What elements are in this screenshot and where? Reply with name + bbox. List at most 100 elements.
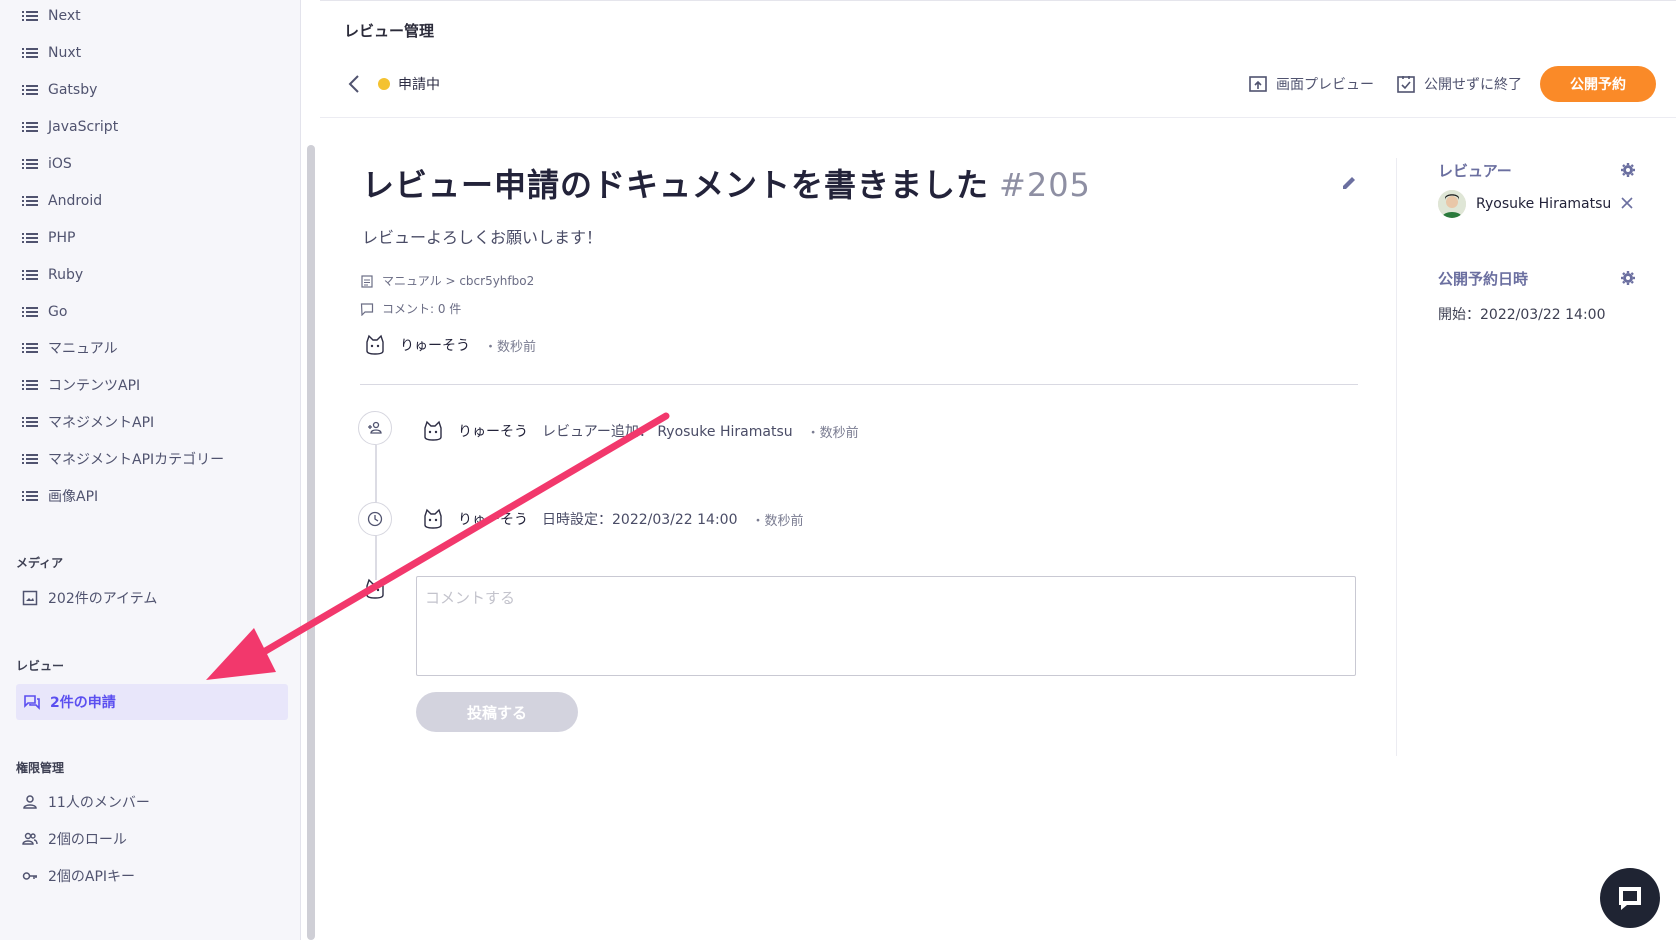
reviewer-name: Ryosuke Hiramatsu <box>1476 196 1612 212</box>
list-icon <box>22 159 38 169</box>
section-label-review: レビュー <box>16 659 65 673</box>
cat-avatar-icon <box>366 334 384 355</box>
chevron-left-icon <box>348 75 359 93</box>
sidebar-item-ios[interactable]: iOS <box>22 146 72 182</box>
timeline-time: ・数秒前 <box>751 513 804 529</box>
comment-count-text: コメント: 0 件 <box>382 302 462 316</box>
timeline-text: レビュアー追加： Ryosuke Hiramatsu <box>542 424 793 440</box>
schedule-value: 開始：2022/03/22 14:00 <box>1438 307 1606 323</box>
gear-icon[interactable] <box>1620 270 1636 286</box>
people-icon <box>22 832 38 845</box>
sidebar-item-label: Android <box>48 193 103 209</box>
screen-preview-button[interactable]: 画面プレビュー <box>1248 70 1374 98</box>
sidebar-item-management-api[interactable]: マネジメントAPI <box>22 404 154 440</box>
sidebar-item-label: PHP <box>48 230 76 246</box>
status-dot <box>378 78 390 90</box>
sidebar-item-nuxt[interactable]: Nuxt <box>22 35 81 71</box>
pencil-icon[interactable] <box>1340 174 1358 192</box>
timeline-event: りゅーそう レビュアー追加： Ryosuke Hiramatsu ・数秒前 <box>422 420 859 442</box>
sidebar-item-label: 2個のロール <box>48 832 127 848</box>
document-number: #205 <box>999 166 1091 204</box>
person-icon <box>23 795 37 809</box>
sidebar-item-management-api-category[interactable]: マネジメントAPIカテゴリー <box>22 441 224 477</box>
author-name: りゅーそう <box>400 338 470 354</box>
list-icon <box>22 11 38 21</box>
sidebar-item-label: マネジメントAPI <box>48 415 155 431</box>
sidebar-item-contents-api[interactable]: コンテンツAPI <box>22 367 140 403</box>
timeline-event-icon <box>358 411 392 445</box>
sidebar-item-label: 11人のメンバー <box>48 795 150 811</box>
sidebar-item-label: JavaScript <box>48 119 119 135</box>
list-icon <box>22 122 38 132</box>
sidebar-item-label: 2個のAPIキー <box>48 869 136 885</box>
timeline-time: ・数秒前 <box>806 425 859 441</box>
avatar <box>1438 190 1466 218</box>
sidebar-item-go[interactable]: Go <box>22 294 67 330</box>
sidebar-item-ruby[interactable]: Ruby <box>22 257 83 293</box>
end-without-publish-button[interactable]: 公開せずに終了 <box>1396 70 1522 98</box>
document-description: レビューよろしくお願いします！ <box>362 228 603 247</box>
sidebar-item-members[interactable]: 11人のメンバー <box>22 784 150 820</box>
post-comment-button[interactable]: 投稿する <box>416 692 578 732</box>
sidebar: Next Nuxt Gatsby JavaScript iOS Android … <box>0 0 301 940</box>
close-icon[interactable] <box>1620 196 1634 210</box>
sidebar-item-label: Next <box>48 8 81 24</box>
sidebar-item-label: コンテンツAPI <box>48 378 141 394</box>
sidebar-item-php[interactable]: PHP <box>22 220 75 256</box>
timeline-text: 日時設定：2022/03/22 14:00 <box>542 512 738 528</box>
list-icon <box>22 85 38 95</box>
reviewer-heading: レビュアー <box>1438 162 1512 180</box>
list-icon <box>22 196 38 206</box>
key-icon <box>22 872 37 880</box>
back-button[interactable] <box>344 72 364 96</box>
sidebar-item-label: 2件の申請 <box>50 695 116 711</box>
clipboard-icon <box>361 274 373 288</box>
sidebar-item-api-keys[interactable]: 2個のAPIキー <box>22 858 135 894</box>
comment-textarea[interactable]: コメントする <box>416 576 1356 676</box>
end-label: 公開せずに終了 <box>1424 77 1522 93</box>
sidebar-item-label: 202件のアイテム <box>48 591 158 607</box>
list-icon <box>22 343 38 353</box>
author-row: りゅーそう ・数秒前 <box>364 334 536 356</box>
status-label: 申請中 <box>398 77 440 93</box>
sidebar-item-gatsby[interactable]: Gatsby <box>22 72 97 108</box>
comment-count: コメント: 0 件 <box>360 300 461 317</box>
list-icon <box>22 380 38 390</box>
sidebar-item-next[interactable]: Next <box>22 0 81 34</box>
page-title: レビュー管理 <box>344 22 435 40</box>
header-border <box>320 0 1676 1</box>
toolbar-divider <box>320 117 1676 118</box>
sidebar-item-label: マネジメントAPIカテゴリー <box>48 452 225 468</box>
timeline-author: りゅーそう <box>458 512 528 528</box>
forum-icon <box>24 695 40 710</box>
sidebar-item-label: Ruby <box>48 267 84 283</box>
sidebar-scrollbar[interactable] <box>307 145 315 940</box>
list-icon <box>22 48 38 58</box>
sidebar-item-label: 画像API <box>48 489 99 505</box>
cat-avatar-icon <box>424 420 442 441</box>
cat-avatar-icon <box>366 578 384 599</box>
document-path-text[interactable]: マニュアル > cbcr5yhfbo2 <box>382 272 534 289</box>
sidebar-item-roles[interactable]: 2個のロール <box>22 821 127 857</box>
add-person-icon <box>368 421 382 434</box>
sidebar-item-review-requests[interactable]: 2件の申請 <box>16 684 288 720</box>
chat-icon <box>1619 887 1641 910</box>
checkbox-icon <box>1397 76 1415 93</box>
timeline-event: りゅーそう 日時設定：2022/03/22 14:00 ・数秒前 <box>422 508 804 530</box>
comment-icon <box>360 302 374 316</box>
sidebar-item-label: マニュアル <box>48 341 118 357</box>
sidebar-item-image-api[interactable]: 画像API <box>22 478 98 514</box>
sidebar-item-label: Gatsby <box>48 82 98 98</box>
sidebar-item-label: iOS <box>48 156 72 172</box>
chat-widget-button[interactable] <box>1600 868 1660 928</box>
list-icon <box>22 491 38 501</box>
right-panel-divider <box>1396 158 1397 756</box>
sidebar-item-media[interactable]: 202件のアイテム <box>22 580 157 616</box>
publish-schedule-button[interactable]: 公開予約 <box>1540 66 1656 102</box>
gear-icon[interactable] <box>1620 162 1636 178</box>
sidebar-item-android[interactable]: Android <box>22 183 102 219</box>
sidebar-item-manual[interactable]: マニュアル <box>22 330 118 366</box>
timeline-author: りゅーそう <box>458 424 528 440</box>
section-label-permissions: 権限管理 <box>16 761 65 775</box>
sidebar-item-javascript[interactable]: JavaScript <box>22 109 118 145</box>
